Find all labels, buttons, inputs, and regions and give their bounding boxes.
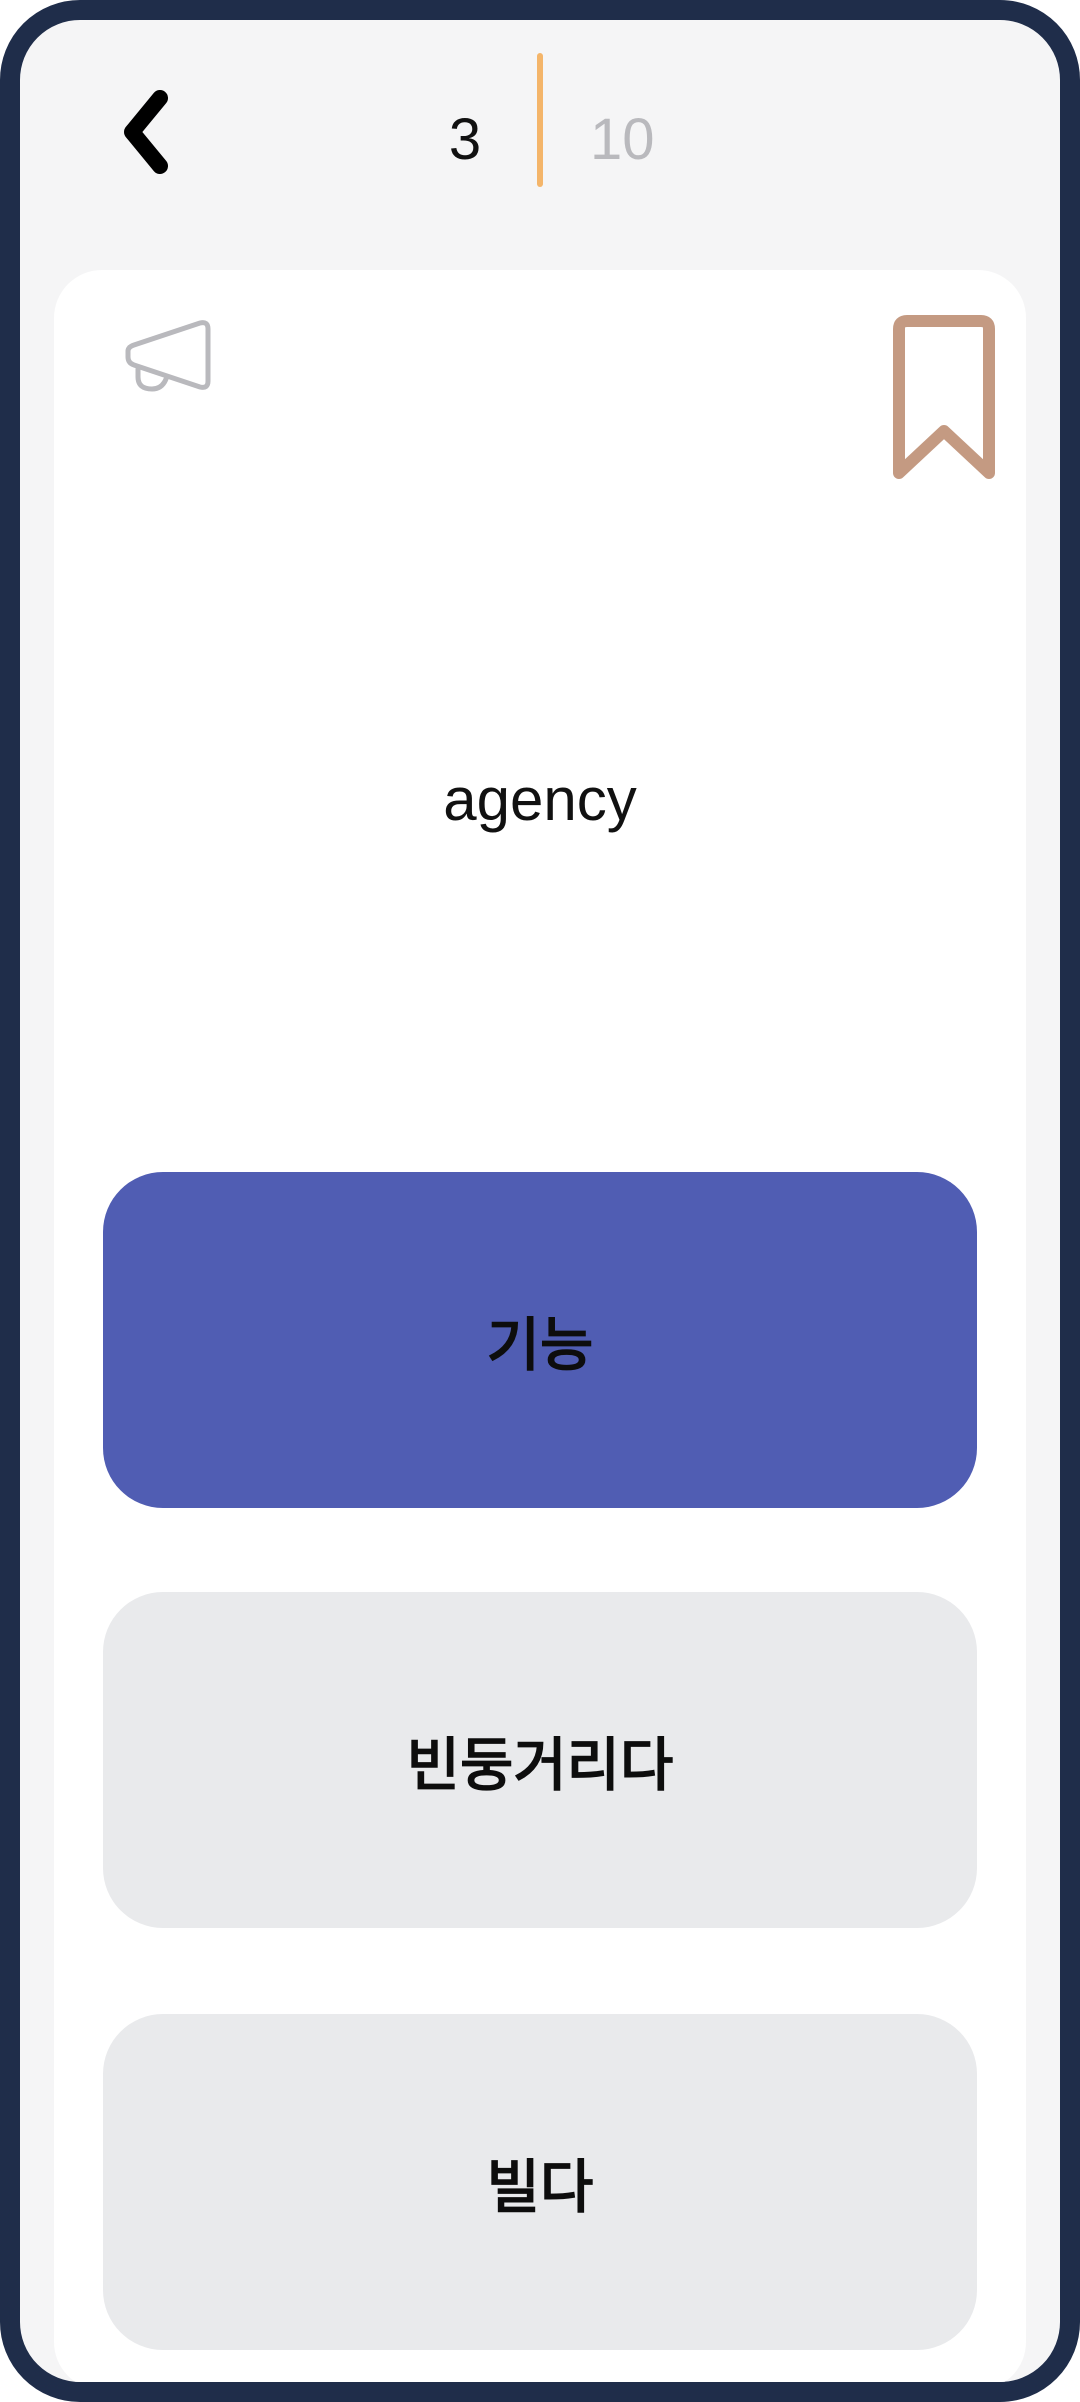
device-frame: 3 10 agency 기능 빈둥거리다 빌다 xyxy=(0,0,1080,2402)
answer-option-3[interactable]: 빌다 xyxy=(103,2014,977,2350)
answer-option-2[interactable]: 빈둥거리다 xyxy=(103,1592,977,1928)
top-bar: 3 10 xyxy=(20,20,1060,250)
bookmark-icon xyxy=(893,315,995,479)
megaphone-icon xyxy=(125,320,211,392)
pronounce-button[interactable] xyxy=(114,305,224,395)
progress-current: 3 xyxy=(448,107,482,172)
progress-divider xyxy=(537,53,543,187)
chevron-left-icon xyxy=(124,90,168,174)
answer-option-label: 빌다 xyxy=(486,2155,594,2220)
vocabulary-word: agency xyxy=(443,766,637,833)
bookmark-button[interactable] xyxy=(889,315,999,485)
flashcard: agency 기능 빈둥거리다 빌다 xyxy=(54,270,1026,2382)
progress-total: 10 xyxy=(590,107,655,172)
answer-option-1[interactable]: 기능 xyxy=(103,1172,977,1508)
answer-option-label: 빈둥거리다 xyxy=(406,1733,674,1798)
answer-option-label: 기능 xyxy=(486,1313,594,1378)
back-button[interactable] xyxy=(102,75,192,195)
